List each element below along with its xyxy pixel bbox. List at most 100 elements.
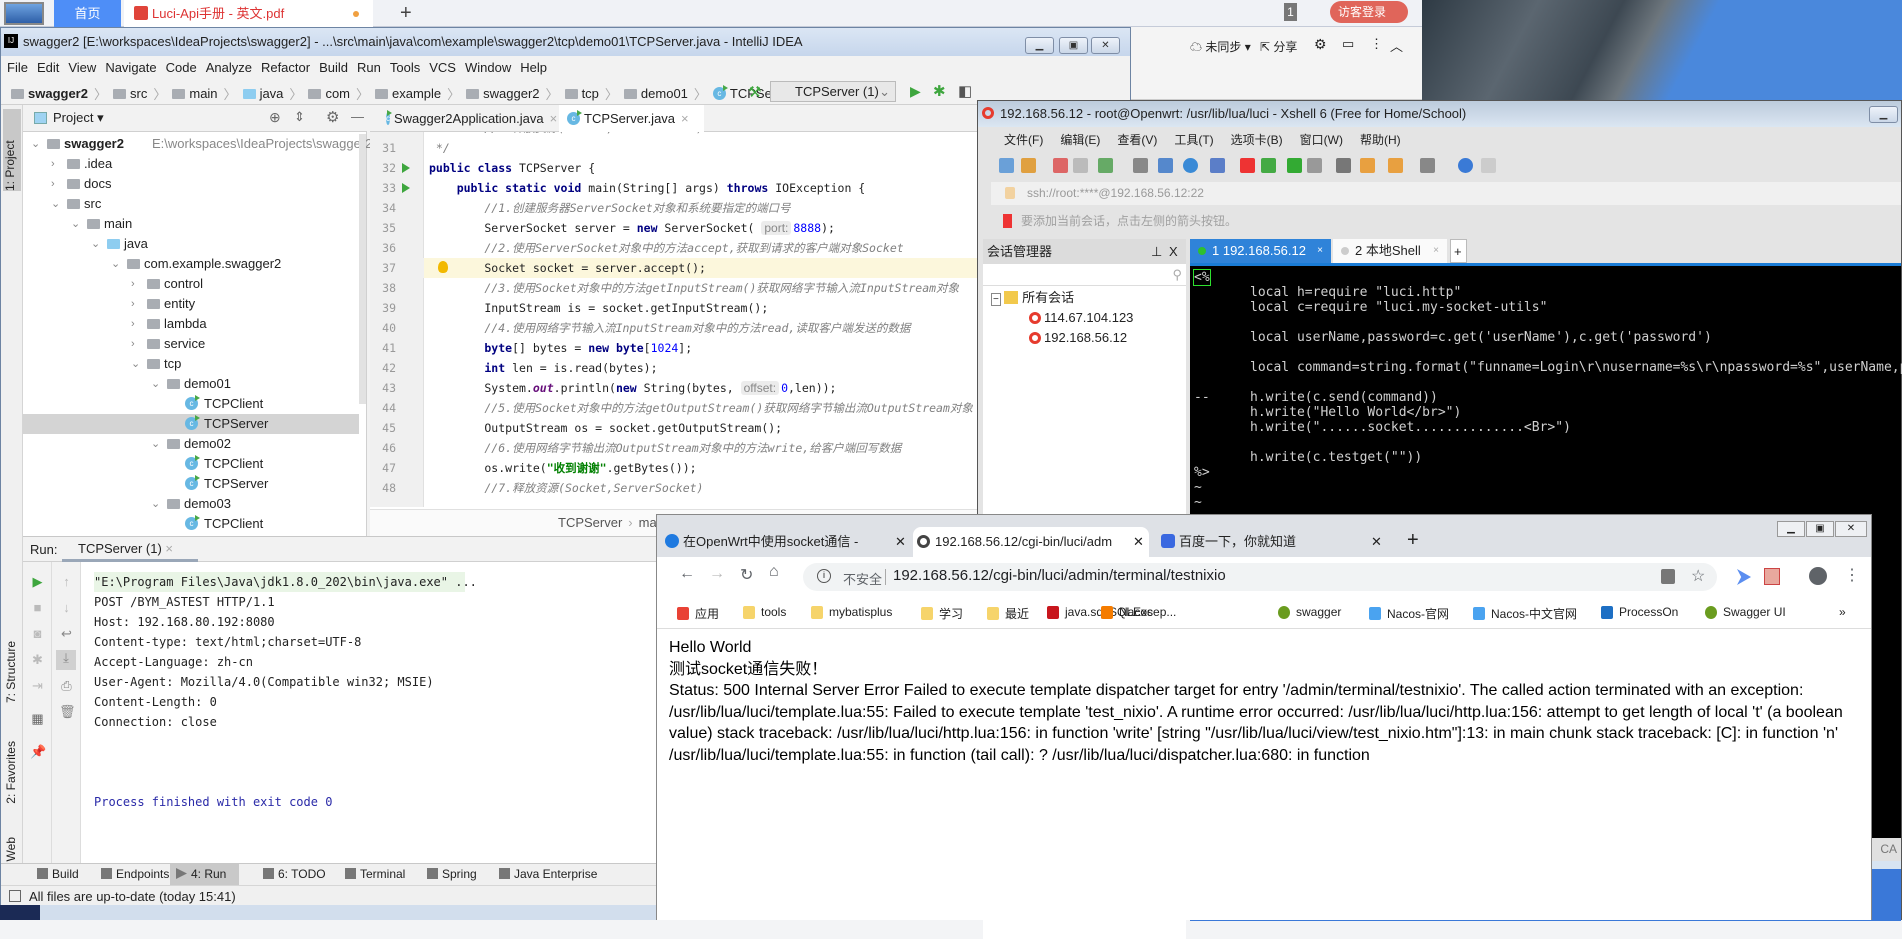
close-button[interactable]: ✕: [1835, 521, 1867, 537]
bookmark-nacos[interactable]: Nacos: [1101, 605, 1153, 619]
tree-item[interactable]: ⌄ tcp: [23, 354, 359, 374]
chevron-down-icon[interactable]: ⌄: [151, 434, 160, 454]
hide-panel-icon[interactable]: —: [351, 109, 364, 124]
tab-count-badge[interactable]: 1: [1284, 3, 1297, 21]
chevron-down-icon[interactable]: ⌄: [111, 254, 120, 274]
close-tab-icon[interactable]: ✕: [895, 534, 906, 550]
tab-session-1[interactable]: 1 192.168.56.12 ×: [1190, 239, 1331, 263]
xshell-menu-item[interactable]: 编辑(E): [1060, 131, 1100, 148]
keyboard-icon[interactable]: [1336, 158, 1351, 173]
menu-vcs[interactable]: VCS: [429, 60, 456, 75]
close-tab-icon[interactable]: ✕: [1371, 534, 1382, 550]
address-bar[interactable]: ssh://root:****@192.168.56.12:22: [991, 182, 1901, 205]
run-gutter-icon[interactable]: [402, 163, 410, 173]
xshell-menu-item[interactable]: 窗口(W): [1300, 131, 1343, 148]
transfer-icon[interactable]: [1158, 158, 1173, 173]
close-icon[interactable]: X: [1169, 239, 1178, 264]
chevron-down-icon[interactable]: ⌄: [31, 134, 40, 154]
bookmark-nacos[interactable]: Nacos-官网: [1369, 605, 1449, 622]
session-search-input[interactable]: ⚲: [983, 266, 1186, 286]
bookmark-[interactable]: 最近: [987, 605, 1029, 622]
chevron-right-icon[interactable]: ›: [131, 294, 135, 314]
chevron-down-icon[interactable]: ⌄: [91, 234, 100, 254]
crumb-class[interactable]: TCPServer: [558, 515, 622, 530]
tree-item[interactable]: › control: [23, 274, 359, 294]
bookmark-processon[interactable]: ProcessOn: [1601, 605, 1678, 619]
xshell-menu-item[interactable]: 文件(F): [1004, 131, 1043, 148]
xshell-menu-item[interactable]: 帮助(H): [1360, 131, 1401, 148]
highlight-icon[interactable]: [1360, 158, 1375, 173]
menu-refactor[interactable]: Refactor: [261, 60, 310, 75]
run-icon[interactable]: ▶: [910, 83, 921, 100]
tool-structure-tab[interactable]: 7: Structure: [4, 641, 18, 703]
tool-tab-build[interactable]: Build: [31, 864, 85, 885]
breadcrumb-item[interactable]: com: [308, 86, 350, 101]
tree-item[interactable]: ⌄ demo02: [23, 434, 359, 454]
avatar[interactable]: [1809, 567, 1827, 585]
chevron-down-icon[interactable]: ⌄: [71, 214, 80, 234]
lock-icon[interactable]: [1307, 158, 1322, 173]
url-bar[interactable]: i 不安全 192.168.56.12/cgi-bin/luci/admin/t…: [803, 563, 1717, 591]
collapse-icon[interactable]: ︿: [1390, 36, 1403, 55]
settings-icon[interactable]: ⚙: [1314, 36, 1327, 53]
url-text[interactable]: 192.168.56.12/cgi-bin/luci/admin/termina…: [893, 567, 1226, 584]
back-icon[interactable]: ←: [679, 565, 695, 583]
reload-icon[interactable]: ↻: [740, 565, 753, 585]
chevron-right-icon[interactable]: ›: [131, 314, 135, 334]
tab-baidu[interactable]: 百度一下，你就知道: [1157, 527, 1387, 557]
tree-item[interactable]: ⌄ main: [23, 214, 359, 234]
editor-tab[interactable]: c Swagger2Application.java ×: [378, 105, 557, 132]
breadcrumb-item[interactable]: main: [172, 86, 218, 101]
minimize-button[interactable]: ▁: [1025, 37, 1054, 54]
tree-item[interactable]: › service: [23, 334, 359, 354]
tab-luci-terminal[interactable]: 192.168.56.12/cgi-bin/luci/adm: [913, 527, 1149, 557]
session-item[interactable]: 192.168.56.12: [983, 328, 1186, 348]
script-icon[interactable]: [1388, 158, 1403, 173]
tree-item[interactable]: ⌄ demo01: [23, 374, 359, 394]
bookmark-swagger-ui[interactable]: Swagger UI: [1705, 605, 1786, 619]
find-icon[interactable]: [1133, 158, 1148, 173]
menu-edit[interactable]: Edit: [37, 60, 59, 75]
tool-tab-java-enterprise[interactable]: Java Enterprise: [493, 864, 603, 885]
new-tab-button[interactable]: +: [1450, 239, 1467, 263]
run-config-select[interactable]: TCPServer (1) ⌄: [770, 81, 896, 102]
menu-code[interactable]: Code: [166, 60, 197, 75]
locate-icon[interactable]: ⊕: [269, 109, 281, 126]
breadcrumb-item[interactable]: java: [242, 86, 283, 101]
collapse-all-icon[interactable]: ⇕: [294, 109, 305, 125]
chevron-right-icon[interactable]: ›: [51, 154, 55, 174]
session-folder-all[interactable]: − 所有会话: [983, 288, 1186, 308]
maximize-button[interactable]: ▣: [1059, 37, 1088, 54]
tree-item[interactable]: ⌄ demo03: [23, 494, 359, 514]
maximize-button[interactable]: ▣: [1806, 521, 1834, 537]
menu-navigate[interactable]: Navigate: [105, 60, 156, 75]
not-secure-label[interactable]: 不安全: [843, 569, 882, 588]
properties-icon[interactable]: [1098, 158, 1113, 173]
fullscreen-icon[interactable]: [1287, 158, 1302, 173]
tree-item[interactable]: c TCPClient: [23, 454, 359, 474]
more-icon[interactable]: ⋮: [1370, 36, 1383, 52]
tool-tab-spring[interactable]: Spring: [421, 864, 483, 885]
chevron-right-icon[interactable]: ›: [131, 274, 135, 294]
menu-build[interactable]: Build: [319, 60, 348, 75]
tree-item[interactable]: c TCPServer: [23, 474, 359, 494]
disconnect-icon[interactable]: [1053, 158, 1068, 173]
tool-tab-endpoints[interactable]: Endpoints: [95, 864, 175, 885]
xshell-menu-item[interactable]: 查看(V): [1117, 131, 1157, 148]
chevron-down-icon[interactable]: ⌄: [51, 194, 60, 214]
layout-icon[interactable]: [1420, 158, 1435, 173]
open-icon[interactable]: [1021, 158, 1036, 173]
chevron-down-icon[interactable]: ⌄: [151, 494, 160, 514]
editor-tab[interactable]: c TCPServer.java ×: [559, 105, 704, 132]
run-tab[interactable]: TCPServer (1) ×: [62, 537, 198, 562]
bookmark-nacos[interactable]: Nacos-中文官网: [1473, 605, 1577, 622]
globe-icon[interactable]: [1183, 158, 1198, 173]
minimize-button[interactable]: ▁: [1869, 106, 1898, 123]
menu-run[interactable]: Run: [357, 60, 381, 75]
bookmark-arrow-icon[interactable]: [1003, 214, 1012, 228]
xshell-menu-item[interactable]: 工具(T): [1174, 131, 1213, 148]
help-icon[interactable]: [1458, 158, 1473, 173]
menu-icon[interactable]: ⋮: [1844, 565, 1860, 585]
new-tab-button[interactable]: +: [1407, 529, 1419, 552]
close-tab-icon[interactable]: ✕: [1133, 534, 1144, 550]
